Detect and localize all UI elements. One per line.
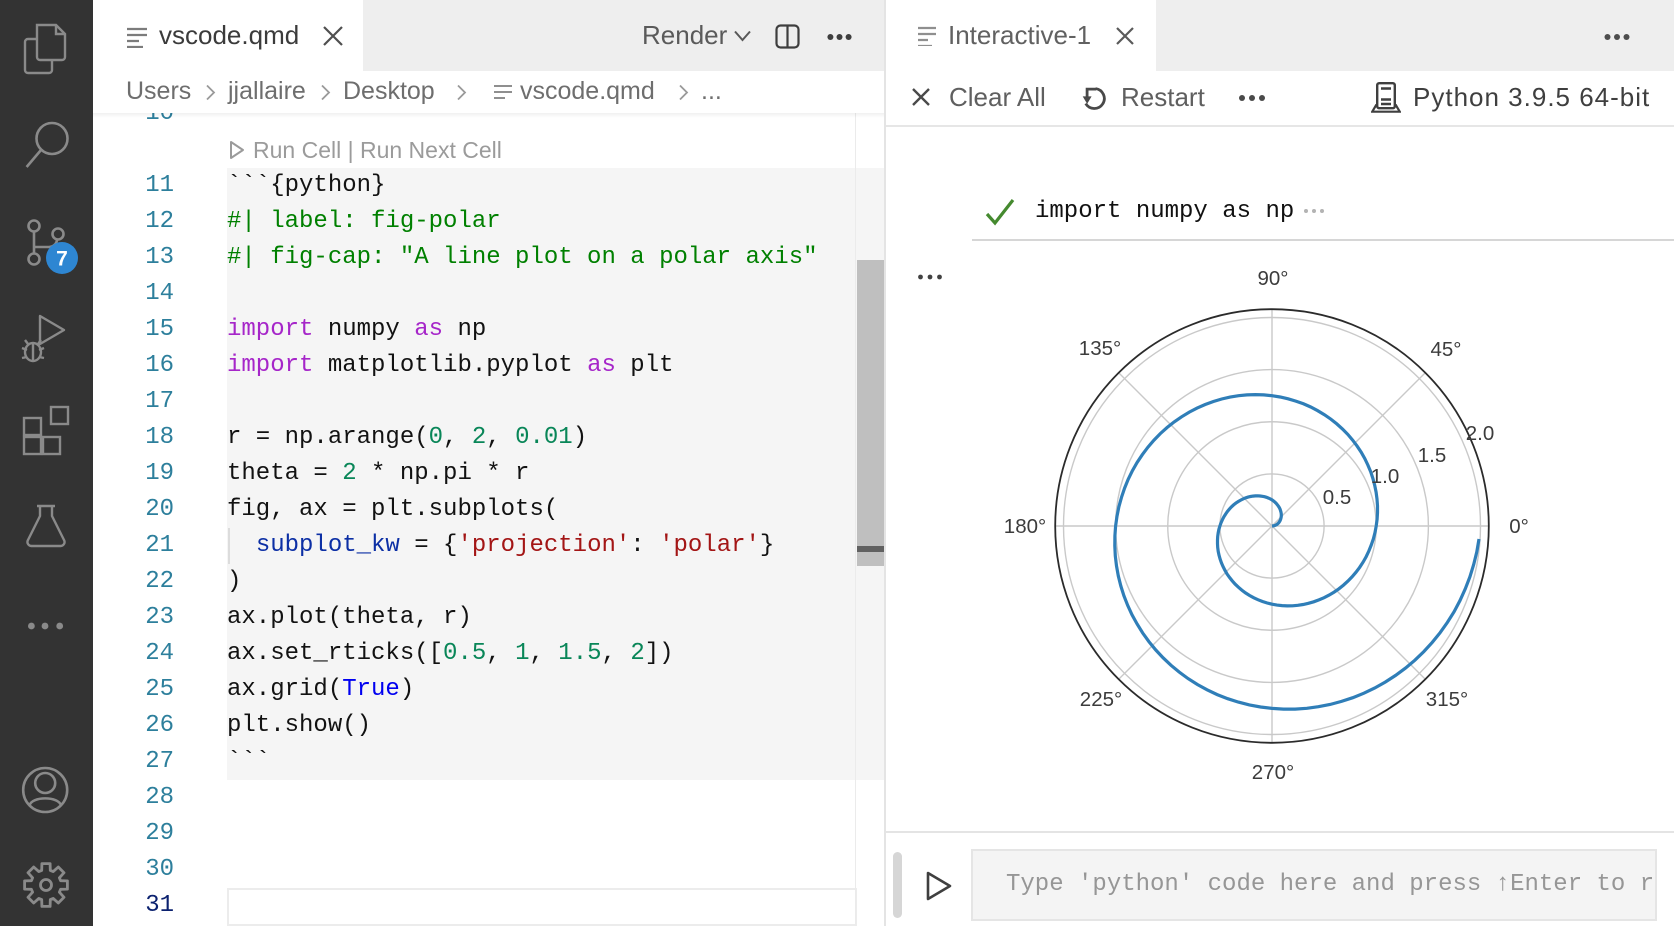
svg-text:90°: 90° <box>1257 267 1288 290</box>
svg-text:2.0: 2.0 <box>1466 422 1495 445</box>
svg-text:135°: 135° <box>1079 337 1121 360</box>
svg-text:180°: 180° <box>1004 515 1046 538</box>
svg-text:0.5: 0.5 <box>1323 486 1352 509</box>
svg-text:315°: 315° <box>1426 688 1468 711</box>
svg-text:1.0: 1.0 <box>1371 465 1400 488</box>
svg-text:7: 7 <box>56 248 68 271</box>
svg-text:1.5: 1.5 <box>1418 444 1447 467</box>
svg-text:0°: 0° <box>1509 515 1529 538</box>
svg-text:45°: 45° <box>1430 338 1461 361</box>
svg-text:225°: 225° <box>1080 688 1122 711</box>
svg-text:270°: 270° <box>1252 761 1294 784</box>
